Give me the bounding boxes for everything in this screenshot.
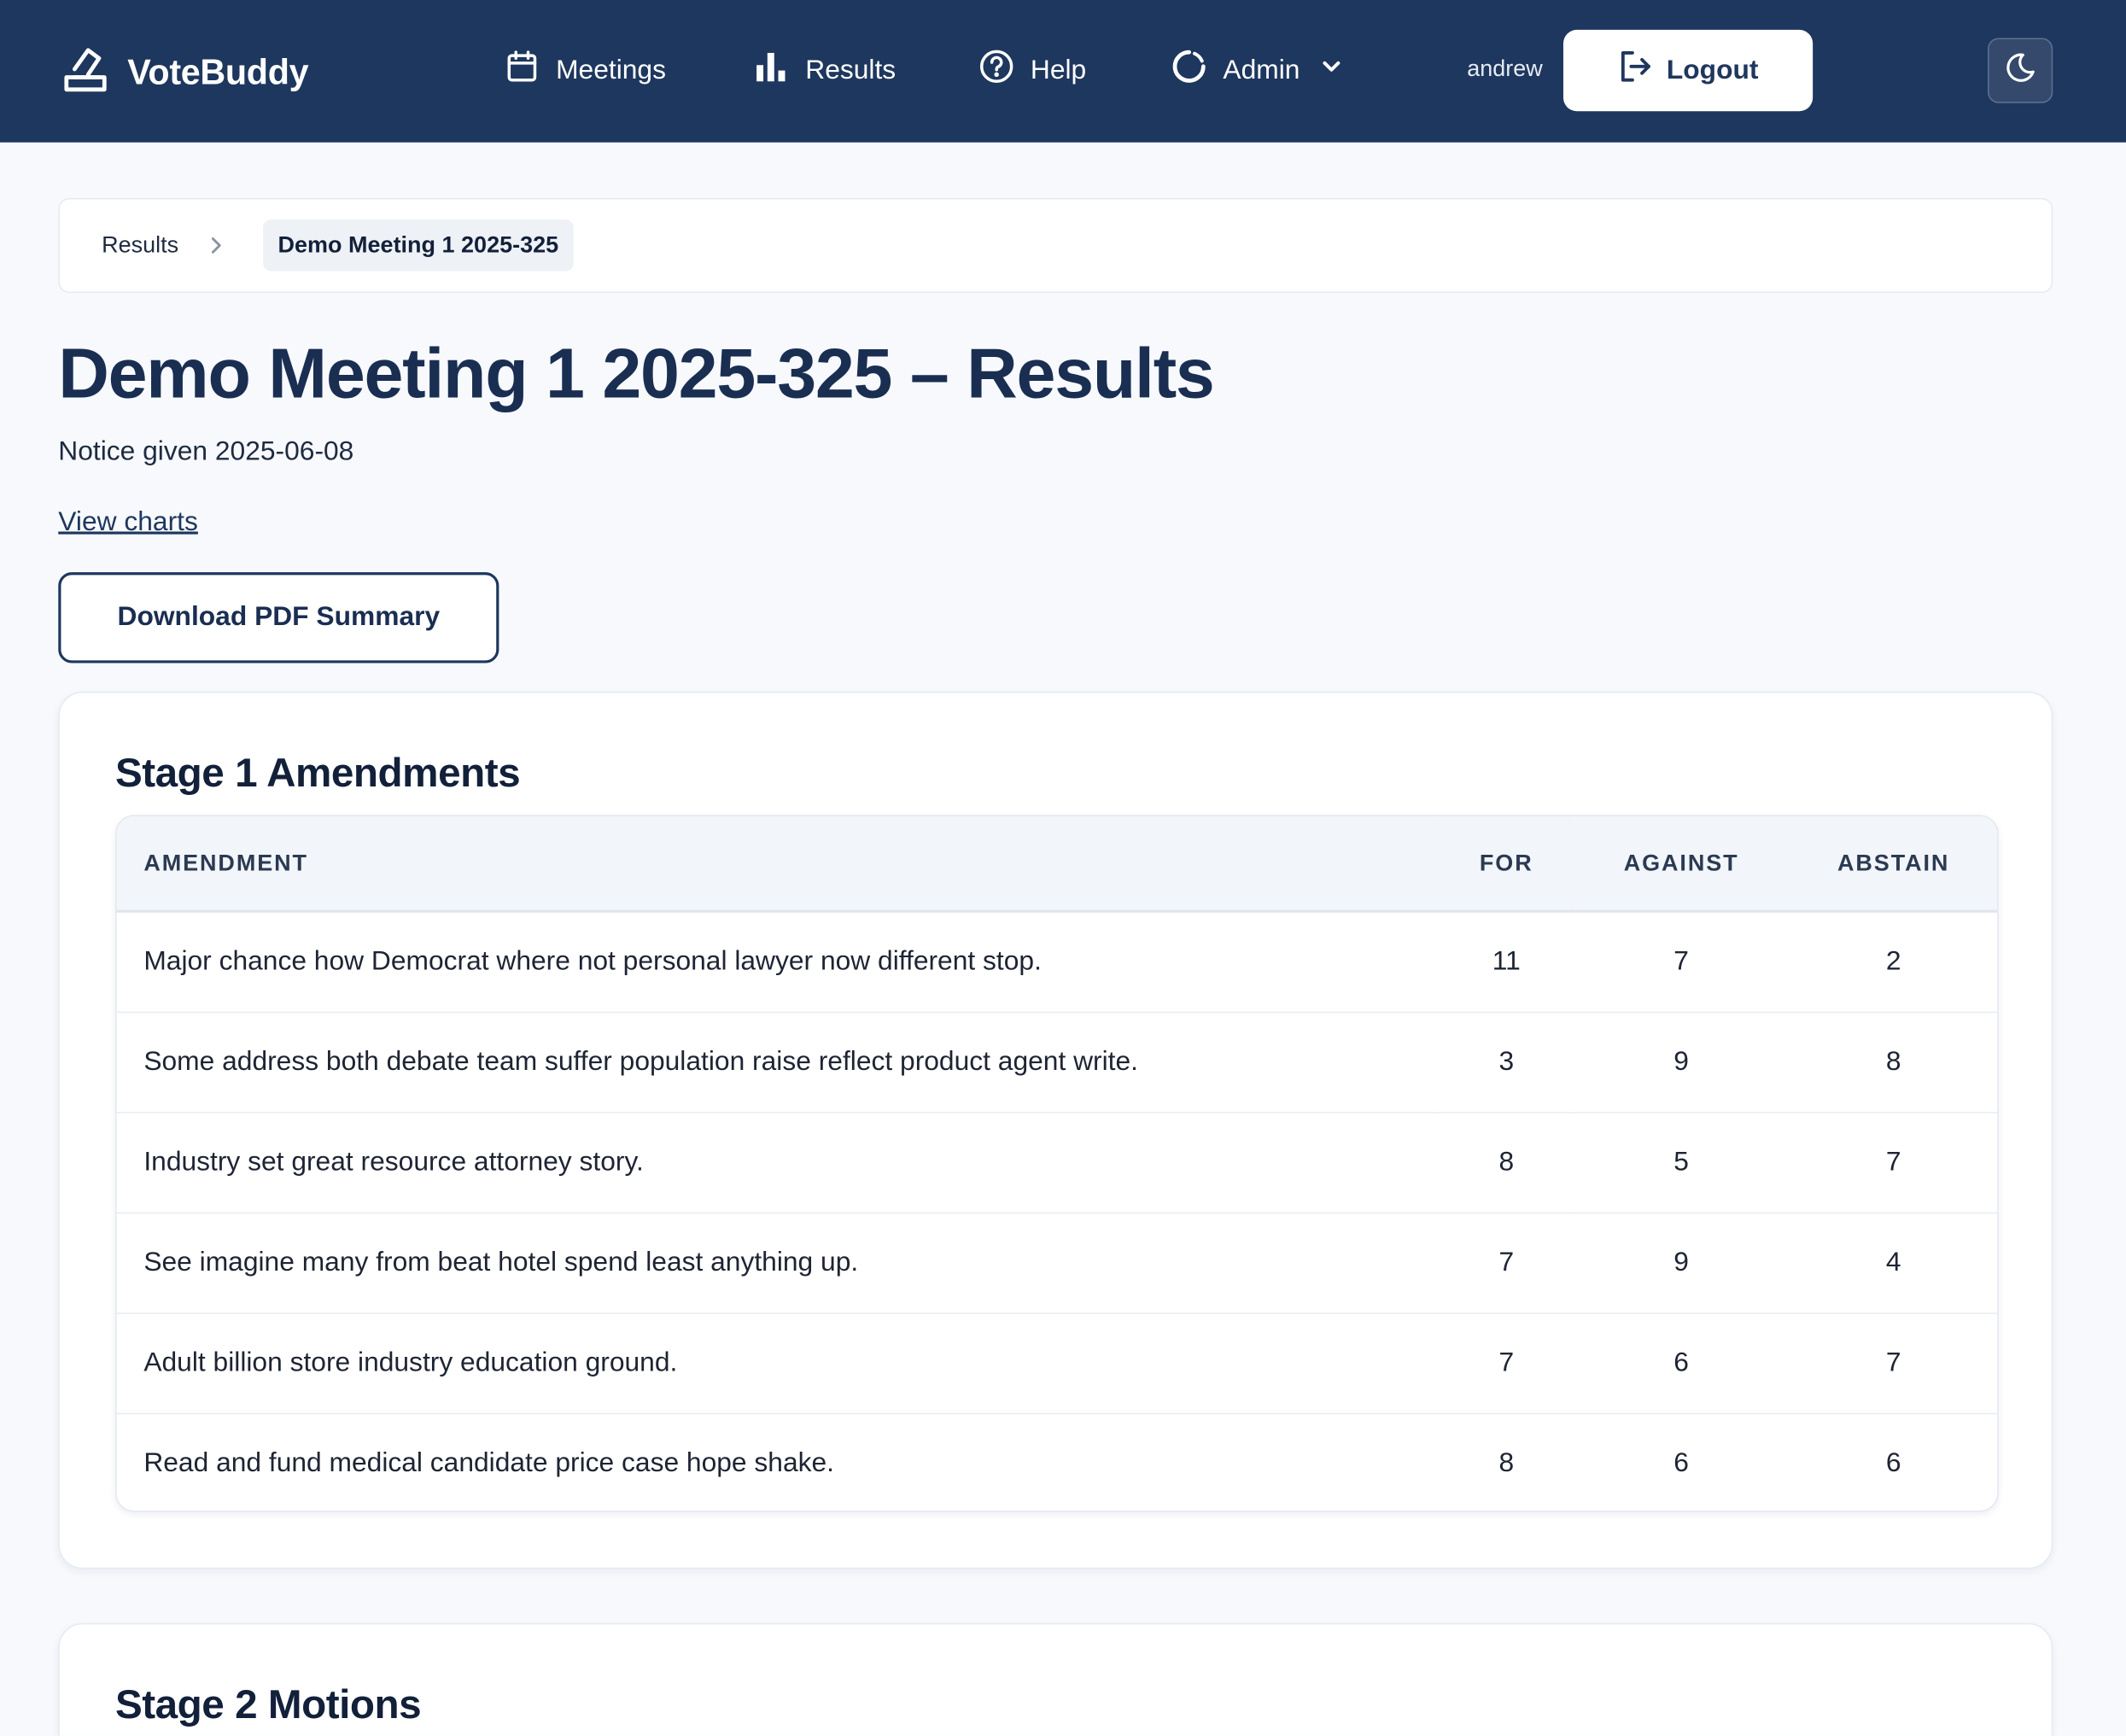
amendment-text: Read and fund medical candidate price ca… <box>116 1412 1438 1511</box>
nav-results[interactable]: Results <box>754 46 896 95</box>
ballot-box-icon <box>62 44 108 100</box>
brand-name: VoteBuddy <box>127 50 309 92</box>
votes-for: 8 <box>1437 1111 1576 1213</box>
logout-label: Logout <box>1666 55 1759 85</box>
amendment-text: Some address both debate team suffer pop… <box>116 1010 1438 1113</box>
votes-abstain: 2 <box>1885 946 1901 976</box>
column-header-against: AGAINST <box>1575 815 1787 913</box>
votes-against: 5 <box>1575 1111 1787 1213</box>
amendment-text: See imagine many from beat hotel spend l… <box>116 1211 1438 1313</box>
table-row: Adult billion store industry education g… <box>116 1312 1998 1413</box>
stage2-title: Stage 2 Motions <box>114 1682 422 1728</box>
table-row: Industry set great resource attorney sto… <box>116 1111 1998 1213</box>
navbar: VoteBuddy Meetings Results Help Admin an… <box>0 0 2126 143</box>
logout-icon <box>1618 49 1653 92</box>
votes-against: 6 <box>1575 1412 1787 1511</box>
votes-abstain: 8 <box>1786 1010 1998 1113</box>
chevron-down-icon <box>1316 55 1343 87</box>
spinner-icon <box>1171 49 1206 92</box>
column-header-for: FOR <box>1437 815 1576 913</box>
votes-against: 7 <box>1673 946 1689 976</box>
chevron-right-icon <box>206 233 227 258</box>
table-row: See imagine many from beat hotel spend l… <box>116 1211 1998 1313</box>
stage2-card: Stage 2 Motions <box>58 1622 2053 1736</box>
votes-abstain: 7 <box>1786 1312 1998 1413</box>
page-title: Demo Meeting 1 2025-325 – Results <box>58 335 1215 414</box>
votes-for: 8 <box>1437 1412 1576 1511</box>
votes-against: 9 <box>1575 1211 1787 1313</box>
table-header-row: AMENDMENT FOR AGAINST ABSTAIN <box>116 815 1998 913</box>
nav-help-label: Help <box>1030 55 1087 85</box>
nav-meetings[interactable]: Meetings <box>505 46 666 95</box>
breadcrumb: Results Demo Meeting 1 2025-325 <box>58 197 2053 294</box>
amendment-text: Major chance how Democrat where not pers… <box>143 946 1042 976</box>
breadcrumb-results-link[interactable]: Results <box>102 232 178 260</box>
page: VoteBuddy Meetings Results Help Admin an… <box>0 0 2126 1736</box>
view-charts-link[interactable]: View charts <box>58 507 198 539</box>
download-pdf-button[interactable]: Download PDF Summary <box>58 572 499 663</box>
breadcrumb-current: Demo Meeting 1 2025-325 <box>263 219 574 272</box>
nav-help[interactable]: Help <box>979 46 1087 95</box>
votes-abstain: 7 <box>1786 1111 1998 1213</box>
votes-for: 3 <box>1437 1010 1576 1113</box>
nav-results-label: Results <box>805 55 897 85</box>
votes-abstain: 4 <box>1786 1211 1998 1313</box>
username: andrew <box>1467 56 1543 82</box>
column-header-abstain: ABSTAIN <box>1786 815 1998 913</box>
notice-date: Notice given 2025-06-08 <box>58 436 354 467</box>
amendments-table: AMENDMENT FOR AGAINST ABSTAIN Major chan… <box>114 815 1999 1512</box>
column-header-amendment: AMENDMENT <box>116 815 1438 913</box>
stage1-title: Stage 1 Amendments <box>114 751 521 797</box>
brand-link[interactable]: VoteBuddy <box>62 44 309 100</box>
bar-chart-icon <box>754 49 789 92</box>
calendar-icon <box>505 49 540 92</box>
nav-admin-dropdown[interactable]: Admin <box>1171 46 1343 95</box>
votes-for: 7 <box>1437 1211 1576 1313</box>
nav-meetings-label: Meetings <box>556 55 666 85</box>
votes-abstain: 6 <box>1786 1412 1998 1511</box>
votes-against: 9 <box>1575 1010 1787 1113</box>
amendment-text: Adult billion store industry education g… <box>116 1312 1438 1413</box>
amendment-text: Industry set great resource attorney sto… <box>116 1111 1438 1213</box>
question-circle-icon <box>979 49 1014 92</box>
theme-toggle-button[interactable] <box>1988 38 2053 103</box>
votes-for: 7 <box>1437 1312 1576 1413</box>
nav-admin-label: Admin <box>1223 55 1300 85</box>
stage1-card: Stage 1 Amendments AMENDMENT FOR AGAINST… <box>58 691 2053 1569</box>
moon-icon <box>2004 51 2036 91</box>
table-row: Major chance how Democrat where not pers… <box>117 911 1998 1012</box>
votes-for: 11 <box>1492 946 1521 976</box>
votes-against: 6 <box>1575 1312 1787 1413</box>
table-row: Some address both debate team suffer pop… <box>116 1010 1998 1113</box>
logout-button[interactable]: Logout <box>1562 29 1814 112</box>
table-row: Read and fund medical candidate price ca… <box>116 1412 1998 1511</box>
